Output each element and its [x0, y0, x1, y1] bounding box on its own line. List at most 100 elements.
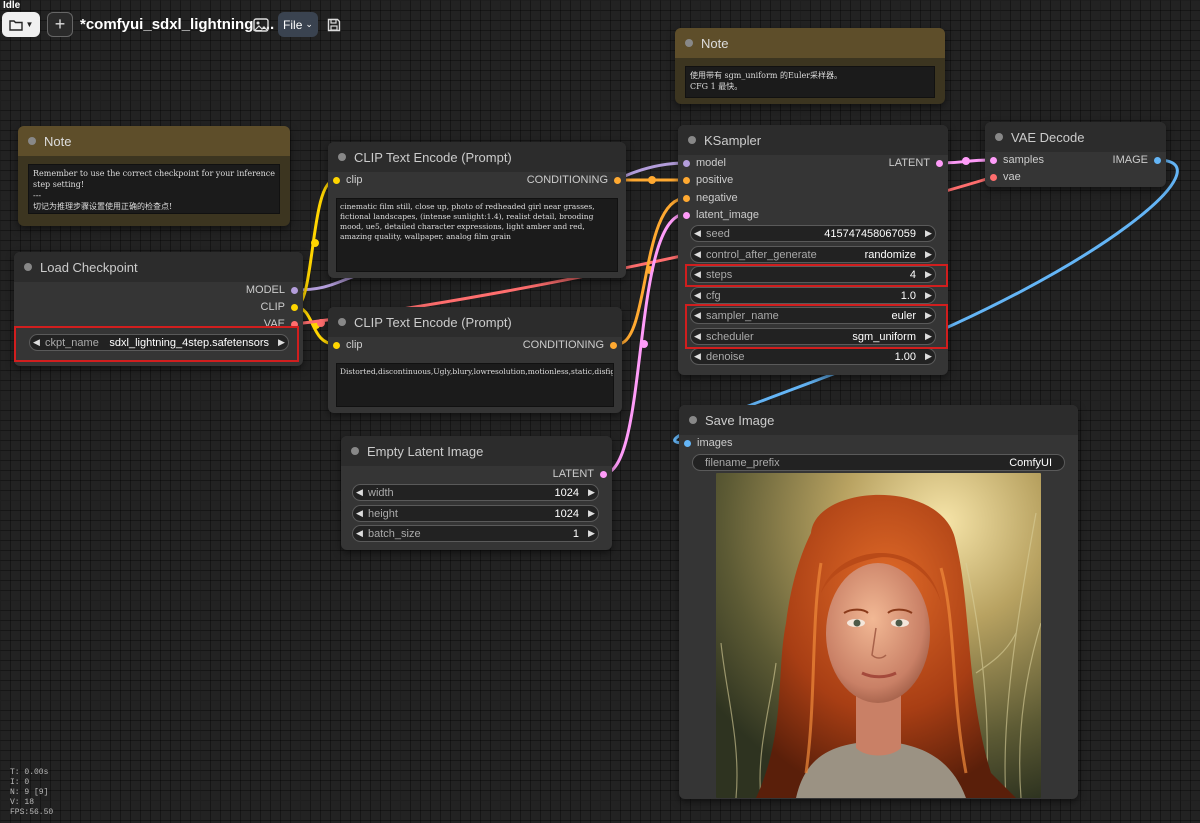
new-workflow-button[interactable]: + [47, 12, 73, 37]
save-icon[interactable] [326, 12, 342, 37]
output-slot-conditioning[interactable]: CONDITIONING [523, 339, 617, 351]
note-text[interactable]: Remember to use the correct checkpoint f… [28, 164, 280, 214]
positive-prompt-textarea[interactable]: cinematic film still, close up, photo of… [336, 198, 618, 272]
slot-pin[interactable] [684, 439, 691, 447]
input-slot-negative[interactable]: negative [683, 192, 738, 204]
right-arrow-icon[interactable]: ▶ [922, 331, 935, 342]
right-arrow-icon[interactable]: ▶ [922, 310, 935, 321]
note-text[interactable]: 使用带有 sgm_uniform 的Euler采样器。 CFG 1 最快。 [685, 66, 935, 98]
slot-pin[interactable] [683, 176, 690, 184]
collapse-dot-icon[interactable] [338, 318, 346, 326]
collapse-dot-icon[interactable] [351, 447, 359, 455]
output-slot-model[interactable]: MODEL [246, 284, 298, 296]
left-arrow-icon[interactable]: ◀ [691, 269, 704, 280]
slot-pin[interactable] [683, 194, 690, 202]
image-icon[interactable] [252, 12, 270, 37]
node-title-bar[interactable]: Empty Latent Image [341, 436, 612, 466]
node-title-bar[interactable]: KSampler [678, 125, 948, 155]
slot-pin[interactable] [610, 341, 617, 349]
output-slot-latent[interactable]: LATENT [553, 468, 607, 480]
workflow-menu-button[interactable]: ▼ [2, 12, 40, 37]
left-arrow-icon[interactable]: ◀ [691, 290, 704, 301]
ckpt-name-combo[interactable]: ◀ ckpt_name sdxl_lightning_4step.safeten… [29, 334, 289, 351]
denoise-number-widget[interactable]: ◀ denoise 1.00 ▶ [690, 348, 936, 365]
ksampler-node[interactable]: KSampler model positive negative latent_… [678, 125, 948, 375]
output-slot-clip[interactable]: CLIP [261, 301, 298, 313]
node-title-bar[interactable]: Note [675, 28, 945, 58]
input-slot-images[interactable]: images [684, 437, 732, 449]
input-slot-vae[interactable]: vae [990, 171, 1021, 183]
right-arrow-icon[interactable]: ▶ [922, 228, 935, 239]
vae-decode-node[interactable]: VAE Decode samples vae IMAGE [985, 122, 1166, 187]
left-arrow-icon[interactable]: ◀ [691, 228, 704, 239]
collapse-dot-icon[interactable] [995, 133, 1003, 141]
control-after-generate-combo[interactable]: ◀ control_after_generate randomize ▶ [690, 246, 936, 263]
slot-pin[interactable] [600, 470, 607, 478]
node-title-bar[interactable]: CLIP Text Encode (Prompt) [328, 307, 622, 337]
slot-pin[interactable] [291, 320, 298, 328]
input-slot-model[interactable]: model [683, 157, 726, 169]
load-checkpoint-node[interactable]: Load Checkpoint MODEL CLIP VAE ◀ ckpt_na… [14, 252, 303, 366]
right-arrow-icon[interactable]: ▶ [922, 269, 935, 280]
collapse-dot-icon[interactable] [685, 39, 693, 47]
output-slot-image[interactable]: IMAGE [1113, 154, 1161, 166]
node-title-bar[interactable]: Note [18, 126, 290, 156]
left-arrow-icon[interactable]: ◀ [353, 508, 366, 519]
collapse-dot-icon[interactable] [338, 153, 346, 161]
output-slot-conditioning[interactable]: CONDITIONING [527, 174, 621, 186]
left-arrow-icon[interactable]: ◀ [691, 249, 704, 260]
slot-pin[interactable] [614, 176, 621, 184]
note-node-sampler[interactable]: Note 使用带有 sgm_uniform 的Euler采样器。 CFG 1 最… [675, 28, 945, 104]
file-menu-button[interactable]: File ⌄ [278, 12, 318, 37]
right-arrow-icon[interactable]: ▶ [585, 508, 598, 519]
height-number-widget[interactable]: ◀ height 1024 ▶ [352, 505, 599, 522]
slot-pin[interactable] [291, 286, 298, 294]
output-slot-latent[interactable]: LATENT [889, 157, 943, 169]
steps-number-widget[interactable]: ◀ steps 4 ▶ [690, 266, 936, 283]
left-arrow-icon[interactable]: ◀ [691, 351, 704, 362]
workflow-tab-title[interactable]: *comfyui_sdxl_lightning_... [80, 16, 274, 33]
right-arrow-icon[interactable]: ▶ [275, 337, 288, 348]
cfg-number-widget[interactable]: ◀ cfg 1.0 ▶ [690, 287, 936, 304]
input-slot-samples[interactable]: samples [990, 154, 1044, 166]
right-arrow-icon[interactable]: ▶ [922, 249, 935, 260]
input-slot-positive[interactable]: positive [683, 174, 733, 186]
slot-pin[interactable] [333, 176, 340, 184]
width-number-widget[interactable]: ◀ width 1024 ▶ [352, 484, 599, 501]
node-title-bar[interactable]: Load Checkpoint [14, 252, 303, 282]
slot-pin[interactable] [333, 341, 340, 349]
right-arrow-icon[interactable]: ▶ [585, 487, 598, 498]
collapse-dot-icon[interactable] [688, 136, 696, 144]
collapse-dot-icon[interactable] [689, 416, 697, 424]
node-title-bar[interactable]: VAE Decode [985, 122, 1166, 152]
note-node-checkpoint[interactable]: Note Remember to use the correct checkpo… [18, 126, 290, 226]
input-slot-clip[interactable]: clip [333, 174, 363, 186]
slot-pin[interactable] [990, 173, 997, 181]
right-arrow-icon[interactable]: ▶ [922, 351, 935, 362]
save-image-node[interactable]: Save Image images filename_prefix ComfyU… [679, 405, 1078, 799]
left-arrow-icon[interactable]: ◀ [30, 337, 43, 348]
left-arrow-icon[interactable]: ◀ [691, 310, 704, 321]
collapse-dot-icon[interactable] [24, 263, 32, 271]
negative-prompt-textarea[interactable]: Distorted,discontinuous,Ugly,blury,lowre… [336, 363, 614, 407]
slot-pin[interactable] [990, 156, 997, 164]
empty-latent-image-node[interactable]: Empty Latent Image LATENT ◀ width 1024 ▶ ◀ h… [341, 436, 612, 550]
left-arrow-icon[interactable]: ◀ [353, 487, 366, 498]
filename-prefix-input[interactable]: filename_prefix ComfyUI [692, 454, 1065, 471]
input-slot-clip[interactable]: clip [333, 339, 363, 351]
right-arrow-icon[interactable]: ▶ [922, 290, 935, 301]
batch-size-number-widget[interactable]: ◀ batch_size 1 ▶ [352, 525, 599, 542]
sampler-name-combo[interactable]: ◀ sampler_name euler ▶ [690, 307, 936, 324]
slot-pin[interactable] [683, 211, 690, 219]
slot-pin[interactable] [936, 159, 943, 167]
slot-pin[interactable] [291, 303, 298, 311]
slot-pin[interactable] [683, 159, 690, 167]
output-image-preview[interactable] [716, 473, 1041, 798]
output-slot-vae[interactable]: VAE [264, 318, 298, 330]
clip-text-encode-positive-node[interactable]: CLIP Text Encode (Prompt) clip CONDITION… [328, 142, 626, 278]
left-arrow-icon[interactable]: ◀ [691, 331, 704, 342]
clip-text-encode-negative-node[interactable]: CLIP Text Encode (Prompt) clip CONDITION… [328, 307, 622, 413]
node-title-bar[interactable]: Save Image [679, 405, 1078, 435]
node-title-bar[interactable]: CLIP Text Encode (Prompt) [328, 142, 626, 172]
slot-pin[interactable] [1154, 156, 1161, 164]
